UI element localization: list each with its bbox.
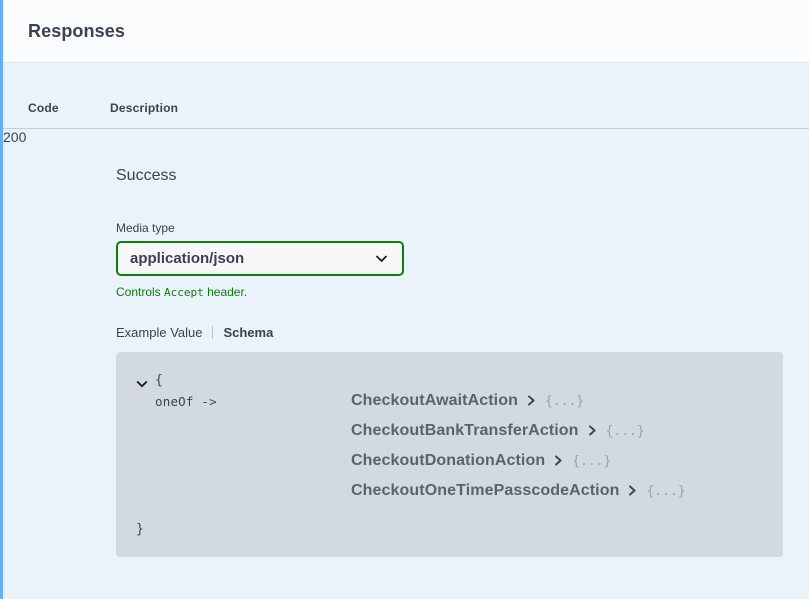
schema-oneof-list: CheckoutAwaitAction {...} CheckoutBankTr…: [351, 370, 763, 512]
responses-body: Code Description 200 Success Media type …: [3, 63, 809, 557]
schema-model-name: CheckoutAwaitAction: [351, 391, 518, 409]
hint-code: Accept: [164, 285, 204, 299]
schema-collapsed-braces: {...}: [572, 453, 612, 469]
schema-collapsed-braces: {...}: [646, 483, 686, 499]
response-status-code: 200: [3, 129, 27, 145]
tab-schema[interactable]: Schema: [223, 325, 273, 340]
media-type-hint: Controls Accept header.: [116, 285, 809, 299]
list-item[interactable]: CheckoutDonationAction {...}: [351, 452, 763, 482]
table-header-row: Code Description: [3, 63, 809, 129]
media-type-select[interactable]: application/json: [116, 240, 404, 276]
schema-close-brace: }: [136, 521, 144, 537]
hint-suffix: header.: [203, 284, 248, 299]
responses-header: Responses: [3, 0, 809, 63]
response-description-text: Success: [116, 167, 177, 184]
schema-model-left: { oneOf ->: [136, 370, 351, 512]
page-title: Responses: [28, 20, 125, 41]
schema-model-grid: { oneOf -> CheckoutAwaitAction {...} Che…: [136, 370, 763, 512]
schema-model-box: { oneOf -> CheckoutAwaitAction {...} Che…: [116, 351, 783, 557]
list-item[interactable]: CheckoutAwaitAction {...}: [351, 392, 763, 422]
response-description-cell: Success Media type application/json Cont…: [110, 129, 809, 557]
tab-example-value[interactable]: Example Value: [116, 325, 202, 340]
responses-section: Responses Code Description 200 Success M…: [0, 0, 809, 599]
chevron-right-icon[interactable]: [554, 453, 563, 466]
schema-collapsed-braces: {...}: [544, 393, 585, 409]
column-header-code: Code: [3, 63, 110, 129]
schema-model-name: CheckoutDonationAction: [351, 451, 546, 469]
hint-prefix: Controls: [116, 284, 165, 299]
example-schema-tabs: Example Value Schema: [116, 325, 809, 340]
chevron-down-icon: [375, 252, 388, 265]
list-item[interactable]: CheckoutOneTimePasscodeAction {...}: [351, 482, 763, 512]
column-header-description: Description: [110, 63, 809, 129]
media-type-label: Media type: [116, 220, 175, 235]
responses-table-body: 200 Success Media type application/json: [3, 129, 809, 557]
schema-collapsed-braces: {...}: [605, 423, 645, 439]
responses-table-head: Code Description: [3, 63, 809, 129]
list-item[interactable]: CheckoutBankTransferAction {...}: [351, 422, 763, 452]
tab-divider: [212, 325, 214, 339]
schema-model-name: CheckoutOneTimePasscodeAction: [351, 481, 620, 499]
schema-model-name: CheckoutBankTransferAction: [351, 421, 579, 439]
chevron-down-icon: [136, 375, 148, 388]
schema-oneof-key: oneOf ->: [155, 393, 217, 409]
chevron-right-icon[interactable]: [527, 393, 536, 406]
chevron-right-icon[interactable]: [628, 483, 637, 496]
chevron-right-icon[interactable]: [588, 423, 597, 436]
schema-root-toggle[interactable]: {: [136, 370, 351, 391]
media-type-control: Media type application/json Controls Acc…: [116, 221, 809, 299]
responses-table: Code Description 200 Success Media type …: [3, 63, 809, 557]
table-row: 200 Success Media type application/json: [3, 129, 809, 557]
media-type-selected-value: application/json: [130, 249, 245, 267]
schema-open-brace: {: [155, 372, 163, 388]
